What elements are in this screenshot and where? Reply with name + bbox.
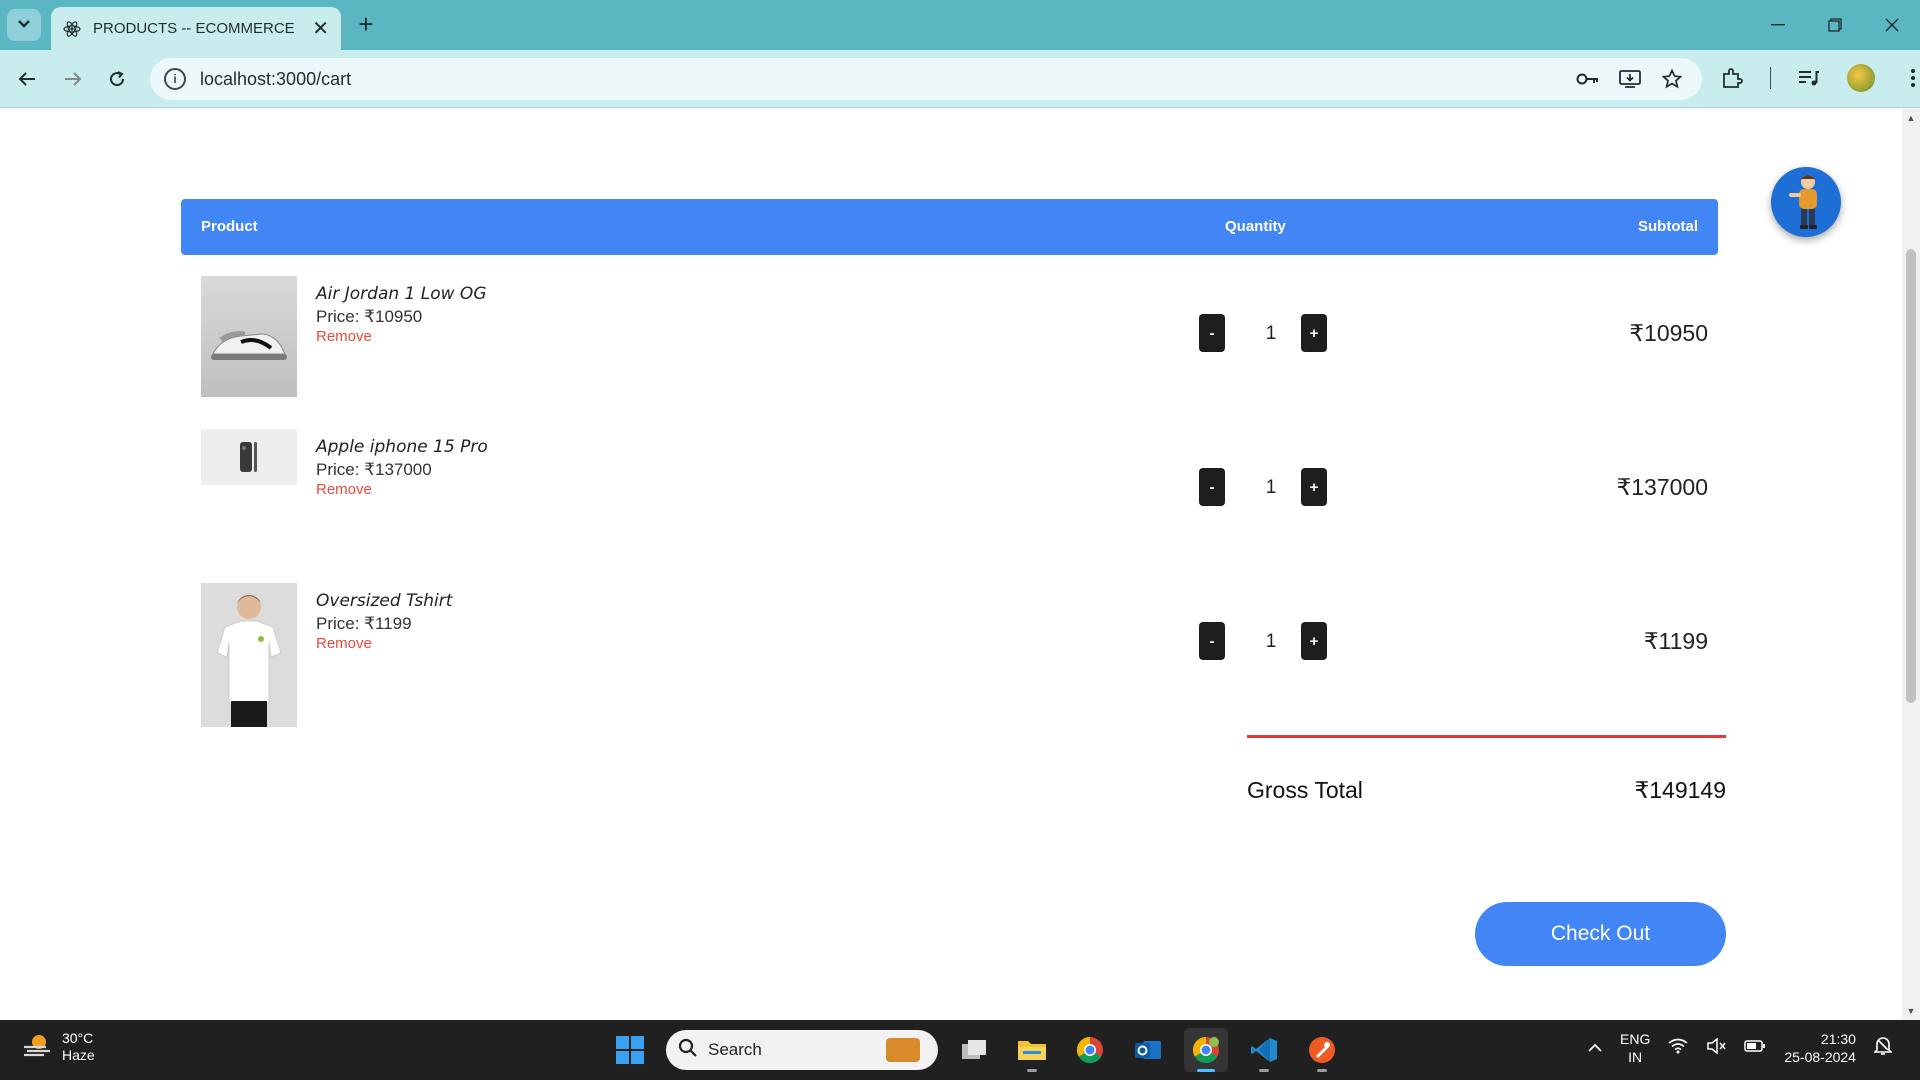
postman-icon[interactable] — [1300, 1028, 1344, 1072]
increase-qty-button[interactable]: + — [1301, 314, 1327, 352]
product-name[interactable]: Oversized Tshirt — [316, 591, 452, 611]
extensions-icon[interactable] — [1720, 66, 1744, 90]
item-subtotal: ₹1199 — [1643, 628, 1708, 654]
decrease-qty-button[interactable]: - — [1199, 468, 1225, 506]
cart-item: Oversized Tshirt Price: ₹1199 Remove - 1… — [181, 583, 1718, 727]
weather-widget[interactable]: 30°C Haze — [22, 1030, 95, 1064]
header-quantity: Quantity — [1225, 218, 1286, 235]
product-name[interactable]: Apple iphone 15 Pro — [316, 437, 488, 457]
header-subtotal: Subtotal — [1638, 218, 1698, 235]
clock[interactable]: 21:30 25-08-2024 — [1784, 1030, 1856, 1066]
battery-icon[interactable] — [1744, 1039, 1766, 1057]
media-control-icon[interactable] — [1797, 66, 1821, 90]
outlook-icon[interactable] — [1126, 1028, 1170, 1072]
gross-total-value: ₹149149 — [1634, 777, 1726, 803]
page-scrollbar[interactable]: ▲ ▼ — [1902, 109, 1920, 1020]
cartoon-user-icon — [1789, 175, 1817, 229]
chevron-up-icon[interactable] — [1588, 1039, 1602, 1057]
item-subtotal: ₹137000 — [1616, 474, 1708, 500]
region-code: IN — [1628, 1049, 1643, 1065]
increase-qty-button[interactable]: + — [1301, 468, 1327, 506]
password-key-icon[interactable] — [1576, 67, 1600, 91]
browser-tab[interactable]: PRODUCTS -- ECOMMERCE ✕ — [51, 7, 341, 50]
search-placeholder: Search — [708, 1040, 762, 1059]
minimize-icon[interactable] — [1749, 0, 1806, 50]
quantity-value: 1 — [1265, 631, 1277, 652]
close-window-icon[interactable] — [1863, 0, 1920, 50]
vscode-icon[interactable] — [1242, 1028, 1286, 1072]
address-bar[interactable]: i localhost:3000/cart — [150, 58, 1702, 100]
address-url[interactable]: localhost:3000/cart — [200, 69, 1576, 90]
cart-item: Air Jordan 1 Low OG Price: ₹10950 Remove… — [181, 276, 1718, 397]
product-name[interactable]: Air Jordan 1 Low OG — [316, 284, 487, 304]
search-highlight-icon — [886, 1038, 920, 1062]
weather-temperature: 30°C — [62, 1030, 94, 1046]
toolbar-separator — [1770, 67, 1771, 89]
back-icon[interactable] — [10, 62, 44, 96]
scroll-thumb[interactable] — [1906, 249, 1916, 703]
product-image — [201, 583, 297, 727]
cart-item: Apple iphone 15 Pro Price: ₹137000 Remov… — [181, 429, 1718, 549]
remove-link[interactable]: Remove — [316, 635, 372, 652]
browser-toolbar: i localhost:3000/cart — [0, 50, 1920, 108]
window-controls — [1749, 0, 1920, 50]
install-app-icon[interactable] — [1618, 67, 1642, 91]
remove-link[interactable]: Remove — [316, 328, 372, 345]
taskbar-search[interactable]: Search — [666, 1030, 938, 1070]
forward-icon[interactable] — [56, 62, 90, 96]
weather-condition: Haze — [62, 1047, 95, 1063]
item-subtotal: ₹10950 — [1629, 320, 1708, 346]
scroll-down-icon[interactable]: ▼ — [1902, 1002, 1920, 1020]
remove-link[interactable]: Remove — [316, 481, 372, 498]
profile-avatar[interactable] — [1847, 64, 1875, 92]
language-code: ENG — [1620, 1031, 1651, 1047]
file-explorer-icon[interactable] — [1010, 1028, 1054, 1072]
cart-table-header: Product Quantity Subtotal — [181, 199, 1718, 255]
product-image — [201, 276, 297, 397]
language-indicator[interactable]: ENG IN — [1620, 1030, 1650, 1066]
gross-total-label: Gross Total — [1247, 777, 1363, 803]
reload-icon[interactable] — [100, 62, 134, 96]
volume-muted-icon[interactable] — [1706, 1036, 1726, 1059]
haze-weather-icon — [22, 1031, 52, 1064]
task-view-icon[interactable] — [952, 1028, 996, 1072]
increase-qty-button[interactable]: + — [1301, 622, 1327, 660]
clock-time: 21:30 — [1820, 1031, 1856, 1047]
quantity-value: 1 — [1265, 323, 1277, 344]
browser-tabstrip: PRODUCTS -- ECOMMERCE ✕ + — [0, 0, 1920, 50]
restore-icon[interactable] — [1806, 0, 1863, 50]
more-menu-icon[interactable] — [1901, 66, 1920, 90]
clock-date: 25-08-2024 — [1784, 1049, 1856, 1065]
product-price: Price: ₹1199 — [316, 614, 412, 633]
chevron-down-icon — [17, 16, 31, 34]
header-product: Product — [201, 218, 258, 235]
search-icon — [678, 1038, 698, 1063]
bookmark-star-icon[interactable] — [1660, 67, 1684, 91]
new-tab-button[interactable]: + — [352, 10, 380, 38]
decrease-qty-button[interactable]: - — [1199, 622, 1225, 660]
wifi-icon[interactable] — [1668, 1038, 1688, 1059]
close-icon[interactable]: ✕ — [312, 19, 329, 39]
product-image — [201, 429, 297, 485]
react-icon — [63, 20, 81, 38]
tab-search-button[interactable] — [7, 9, 41, 41]
windows-start-icon[interactable] — [608, 1028, 652, 1072]
product-price: Price: ₹137000 — [316, 460, 432, 479]
notification-bell-icon[interactable] — [1873, 1036, 1893, 1061]
scroll-up-icon[interactable]: ▲ — [1902, 109, 1920, 127]
windows-taskbar: 30°C Haze Search ENG IN 21:30 25-08-2024 — [0, 1020, 1920, 1080]
user-avatar-button[interactable] — [1771, 167, 1841, 237]
checkout-button[interactable]: Check Out — [1475, 902, 1726, 966]
tab-title: PRODUCTS -- ECOMMERCE — [93, 20, 295, 37]
site-info-icon[interactable]: i — [164, 68, 186, 90]
quantity-value: 1 — [1265, 477, 1277, 498]
decrease-qty-button[interactable]: - — [1199, 314, 1225, 352]
total-divider — [1247, 735, 1726, 738]
cart-page: Product Quantity Subtotal Air Jordan 1 L… — [0, 109, 1902, 1020]
chrome-profile-icon[interactable] — [1184, 1028, 1228, 1072]
chrome-icon[interactable] — [1068, 1028, 1112, 1072]
product-price: Price: ₹10950 — [316, 307, 423, 326]
